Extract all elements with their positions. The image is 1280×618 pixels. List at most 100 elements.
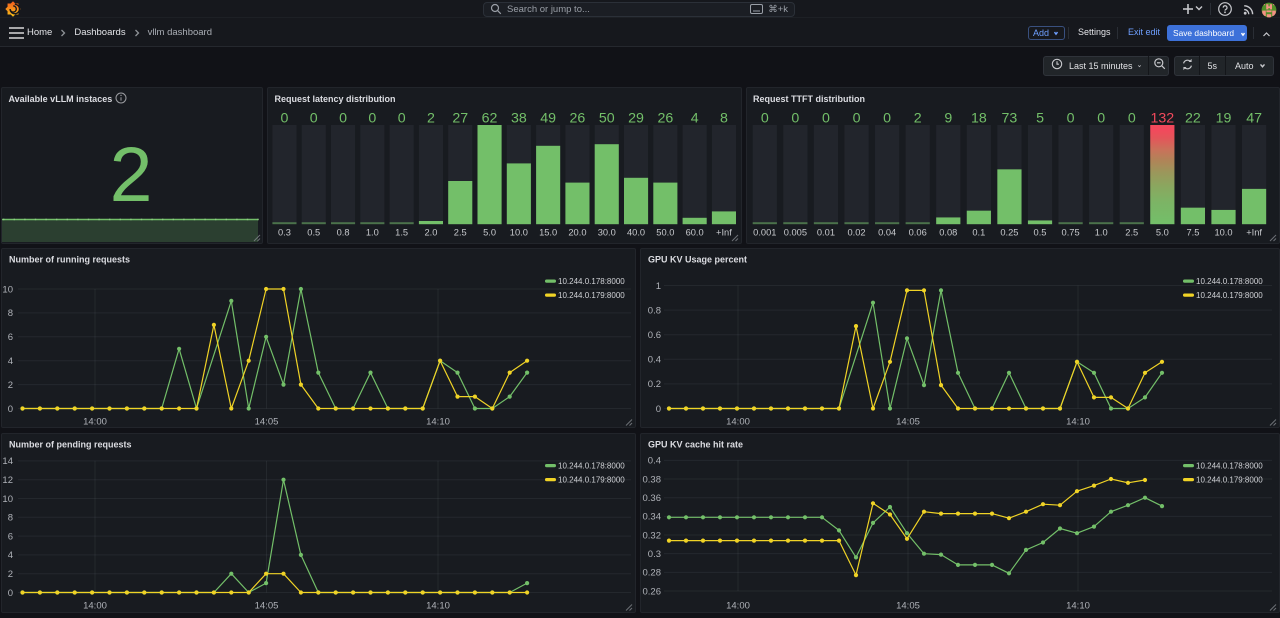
svg-text:1: 1	[656, 281, 661, 292]
svg-text:49: 49	[540, 111, 556, 127]
svg-text:10: 10	[2, 494, 13, 505]
svg-text:0: 0	[791, 111, 799, 127]
svg-text:40.0: 40.0	[627, 228, 645, 238]
svg-text:0: 0	[656, 404, 661, 415]
svg-text:5: 5	[1036, 111, 1044, 127]
svg-text:Available vLLM instaces: Available vLLM instaces	[9, 94, 113, 104]
svg-text:0.04: 0.04	[878, 228, 896, 238]
svg-text:10.244.0.178:8000: 10.244.0.178:8000	[1196, 462, 1263, 471]
svg-text:6: 6	[8, 332, 13, 343]
svg-text:26: 26	[570, 111, 586, 127]
svg-text:73: 73	[1002, 111, 1018, 127]
svg-text:14:00: 14:00	[83, 601, 107, 612]
svg-text:0.36: 0.36	[643, 493, 662, 504]
svg-text:Request latency distribution: Request latency distribution	[275, 94, 396, 104]
svg-text:0.08: 0.08	[939, 228, 957, 238]
svg-text:0: 0	[398, 111, 406, 127]
svg-text:0.32: 0.32	[643, 530, 662, 541]
svg-text:0: 0	[1128, 111, 1136, 127]
svg-text:14:10: 14:10	[426, 601, 450, 612]
svg-text:0.26: 0.26	[643, 586, 662, 597]
svg-text:60.0: 60.0	[686, 228, 704, 238]
svg-text:2.5: 2.5	[454, 228, 467, 238]
svg-text:0: 0	[8, 404, 13, 415]
svg-text:10.244.0.178:8000: 10.244.0.178:8000	[558, 277, 625, 286]
svg-text:0: 0	[1067, 111, 1075, 127]
svg-text:0.25: 0.25	[1000, 228, 1018, 238]
svg-text:10.244.0.179:8000: 10.244.0.179:8000	[1196, 291, 1263, 300]
svg-text:12: 12	[2, 475, 13, 486]
svg-text:8: 8	[720, 111, 728, 127]
svg-text:22: 22	[1185, 111, 1201, 127]
svg-text:14: 14	[2, 456, 13, 467]
svg-text:10: 10	[2, 284, 13, 295]
svg-text:0: 0	[853, 111, 861, 127]
svg-text:0: 0	[368, 111, 376, 127]
svg-text:10.0: 10.0	[510, 228, 528, 238]
svg-text:2: 2	[914, 111, 922, 127]
svg-text:30.0: 30.0	[598, 228, 616, 238]
svg-text:0.01: 0.01	[817, 228, 835, 238]
svg-text:0.005: 0.005	[784, 228, 807, 238]
svg-text:0.3: 0.3	[648, 549, 661, 560]
svg-text:50.0: 50.0	[656, 228, 674, 238]
svg-text:0: 0	[761, 111, 769, 127]
svg-text:14:05: 14:05	[255, 417, 279, 428]
svg-text:5.0: 5.0	[1156, 228, 1169, 238]
svg-text:Request TTFT distribution: Request TTFT distribution	[753, 94, 865, 104]
svg-text:1.5: 1.5	[395, 228, 408, 238]
svg-text:2.5: 2.5	[1125, 228, 1138, 238]
svg-text:2.0: 2.0	[424, 228, 437, 238]
svg-text:GPU KV cache hit rate: GPU KV cache hit rate	[648, 440, 743, 450]
svg-text:62: 62	[482, 111, 498, 127]
svg-text:50: 50	[599, 111, 615, 127]
svg-text:0: 0	[1097, 111, 1105, 127]
svg-text:14:00: 14:00	[726, 417, 750, 428]
svg-text:14:10: 14:10	[1066, 601, 1090, 612]
svg-text:14:00: 14:00	[83, 417, 107, 428]
svg-text:10.244.0.179:8000: 10.244.0.179:8000	[558, 291, 625, 300]
svg-text:29: 29	[628, 111, 644, 127]
svg-text:6: 6	[8, 531, 13, 542]
svg-text:0: 0	[883, 111, 891, 127]
svg-text:0.8: 0.8	[337, 228, 350, 238]
svg-text:132: 132	[1151, 111, 1175, 127]
svg-text:0.8: 0.8	[648, 305, 661, 316]
svg-text:0: 0	[281, 111, 289, 127]
svg-text:0.34: 0.34	[643, 512, 662, 523]
svg-text:9: 9	[944, 111, 952, 127]
svg-text:2: 2	[110, 132, 153, 218]
svg-text:8: 8	[8, 308, 13, 319]
svg-text:0.75: 0.75	[1062, 228, 1080, 238]
svg-text:10.244.0.179:8000: 10.244.0.179:8000	[558, 476, 625, 485]
svg-text:0: 0	[339, 111, 347, 127]
svg-text:4: 4	[8, 550, 13, 561]
svg-text:8: 8	[8, 513, 13, 524]
svg-text:0.6: 0.6	[648, 330, 661, 341]
svg-text:1.0: 1.0	[366, 228, 379, 238]
svg-text:4: 4	[691, 111, 699, 127]
svg-text:38: 38	[511, 111, 527, 127]
svg-text:0.3: 0.3	[278, 228, 291, 238]
svg-text:0: 0	[8, 588, 13, 599]
svg-text:27: 27	[452, 111, 468, 127]
svg-text:0: 0	[310, 111, 318, 127]
svg-text:2: 2	[8, 569, 13, 580]
svg-text:19: 19	[1216, 111, 1232, 127]
svg-text:0.06: 0.06	[909, 228, 927, 238]
svg-text:7.5: 7.5	[1186, 228, 1199, 238]
svg-text:GPU KV Usage percent: GPU KV Usage percent	[648, 255, 747, 265]
svg-text:Number of pending requests: Number of pending requests	[9, 440, 132, 450]
svg-text:14:05: 14:05	[255, 601, 279, 612]
svg-text:0.38: 0.38	[643, 474, 662, 485]
svg-text:0.4: 0.4	[648, 355, 661, 366]
svg-text:10.244.0.178:8000: 10.244.0.178:8000	[558, 462, 625, 471]
svg-text:2: 2	[8, 380, 13, 391]
svg-text:1.0: 1.0	[1095, 228, 1108, 238]
svg-text:0.5: 0.5	[1034, 228, 1047, 238]
svg-text:+Inf: +Inf	[716, 228, 732, 238]
svg-text:14:00: 14:00	[726, 601, 750, 612]
svg-text:20.0: 20.0	[568, 228, 586, 238]
svg-text:0.001: 0.001	[753, 228, 776, 238]
svg-text:2: 2	[427, 111, 435, 127]
